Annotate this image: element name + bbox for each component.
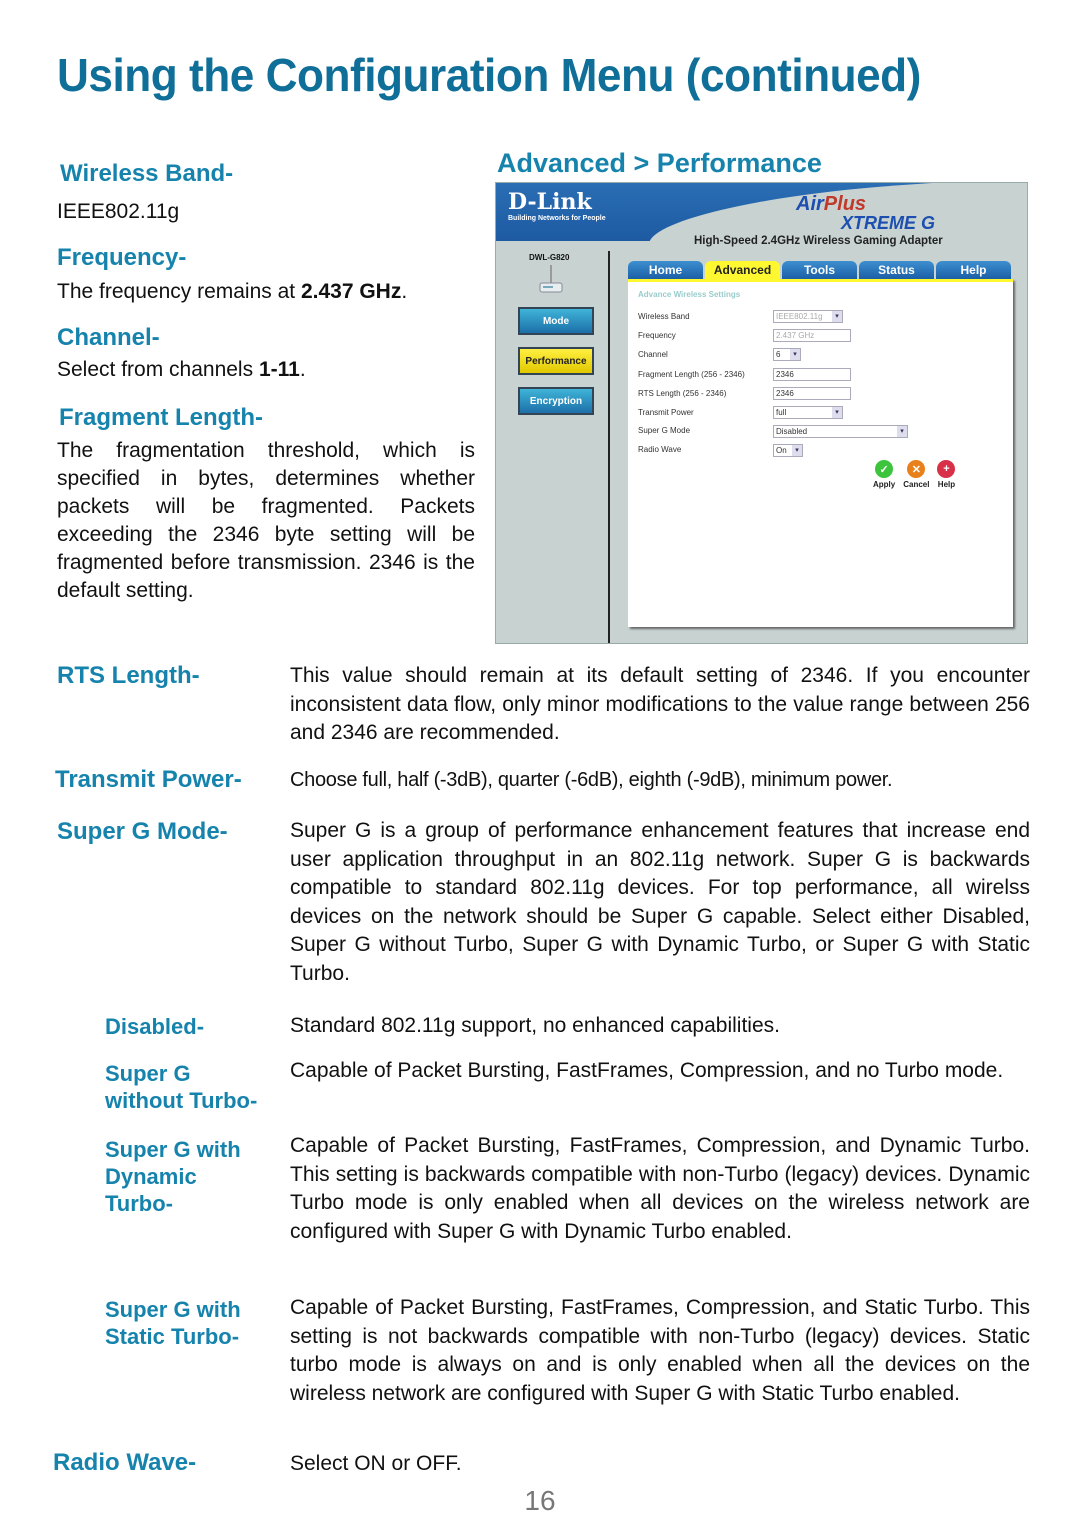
chevron-down-icon: ▾ (897, 426, 907, 437)
tab-advanced[interactable]: Advanced (705, 261, 780, 279)
product-subtitle: High-Speed 2.4GHz Wireless Gaming Adapte… (694, 235, 943, 247)
super-g-static-turbo-heading: Super G with Static Turbo- (105, 1297, 241, 1349)
rts-length-field[interactable]: 2346 (773, 387, 851, 400)
settings-panel: Advance Wireless Settings Wireless Band … (628, 279, 1013, 627)
channel-heading: Channel- (57, 324, 160, 351)
transmit-power-text: Choose full, half (-3dB), quarter (-6dB)… (290, 769, 893, 791)
super-g-without-turbo-heading: Super Gwithout Turbo- (105, 1061, 258, 1113)
sidebar-encryption-button[interactable]: Encryption (518, 387, 594, 415)
field-label: Channel (638, 350, 668, 359)
apply-button[interactable]: ✓ Apply (873, 460, 895, 489)
super-g-mode-select[interactable]: Disabled ▾ (773, 425, 908, 438)
transmit-power-heading: Transmit Power- (55, 766, 242, 793)
field-label: Transmit Power (638, 408, 694, 417)
page-title: Using the Configuration Menu (continued) (57, 49, 921, 101)
super-g-static-turbo-text: Capable of Packet Bursting, FastFrames, … (290, 1296, 1030, 1405)
disabled-text: Standard 802.11g support, no enhanced ca… (290, 1014, 780, 1037)
sidebar-performance-button[interactable]: Performance (518, 347, 594, 375)
field-label: Radio Wave (638, 445, 682, 454)
wireless-band-text: IEEE802.11g (57, 200, 180, 223)
x-icon: ✕ (907, 460, 926, 478)
super-g-mode-heading: Super G Mode- (57, 818, 228, 845)
tab-tools[interactable]: Tools (782, 261, 857, 279)
panel-title: Advance Wireless Settings (638, 290, 741, 299)
disabled-heading: Disabled- (105, 1014, 205, 1039)
radio-wave-heading: Radio Wave- (53, 1449, 197, 1476)
page-number: 16 (524, 1485, 556, 1516)
chevron-down-icon: ▾ (792, 445, 802, 456)
router-icon (539, 265, 563, 293)
main-tabs: Home Advanced Tools Status Help (628, 261, 1013, 279)
field-label: Frequency (638, 331, 676, 340)
frequency-field[interactable]: 2.437 GHz (773, 329, 851, 342)
field-label: Fragment Length (256 - 2346) (638, 370, 745, 379)
cancel-button[interactable]: ✕ Cancel (903, 460, 929, 489)
xtreme-g-logo: XTREME G (841, 213, 936, 233)
tab-home[interactable]: Home (628, 261, 703, 279)
chevron-down-icon: ▾ (832, 311, 842, 322)
super-g-without-turbo-text: Capable of Packet Bursting, FastFrames, … (290, 1059, 1004, 1082)
dlink-tagline: Building Networks for People (508, 215, 606, 222)
check-icon: ✓ (875, 460, 894, 478)
field-label: RTS Length (256 - 2346) (638, 389, 727, 398)
radio-wave-text: Select ON or OFF. (290, 1452, 462, 1475)
wireless-band-select[interactable]: IEEE802.11g ▾ (773, 310, 843, 323)
rts-length-text: This value should remain at its default … (290, 664, 1030, 744)
chevron-down-icon: ▾ (832, 407, 842, 418)
router-config-screenshot: D-Link Building Networks for People AirP… (495, 182, 1028, 644)
action-buttons: ✓ Apply ✕ Cancel + Help (873, 460, 956, 489)
sidebar-mode-button[interactable]: Mode (518, 307, 594, 335)
screenshot-caption: Advanced > Performance (497, 148, 822, 178)
frequency-heading: Frequency- (57, 244, 187, 271)
tab-help[interactable]: Help (936, 261, 1011, 279)
fragment-heading: Fragment Length- (59, 404, 263, 431)
model-label: DWL-G820 (529, 253, 570, 262)
channel-text: Select from channels 1-11. (57, 358, 306, 381)
frequency-text: The frequency remains at 2.437 GHz. (57, 280, 408, 303)
rts-length-heading: RTS Length- (57, 662, 200, 689)
fragment-length-field[interactable]: 2346 (773, 368, 851, 381)
super-g-dynamic-turbo-text: Capable of Packet Bursting, FastFrames, … (290, 1134, 1030, 1243)
channel-select[interactable]: 6 ▾ (773, 348, 801, 361)
wireless-band-heading: Wireless Band- (60, 160, 234, 187)
dlink-logo: D-Link (508, 189, 592, 215)
field-label: Wireless Band (638, 312, 690, 321)
chevron-down-icon: ▾ (790, 349, 800, 360)
fragment-text: The fragmentation threshold, which is sp… (57, 439, 475, 602)
super-g-dynamic-turbo-heading: Super G with Dynamic Turbo- (105, 1137, 241, 1216)
radio-wave-select[interactable]: On ▾ (773, 444, 803, 457)
plus-icon: + (937, 460, 956, 478)
help-button[interactable]: + Help (937, 460, 956, 489)
transmit-power-select[interactable]: full ▾ (773, 406, 843, 419)
field-label: Super G Mode (638, 426, 691, 435)
sidebar-divider (608, 251, 610, 643)
tab-status[interactable]: Status (859, 261, 934, 279)
super-g-mode-text: Super G is a group of performance enhanc… (290, 819, 1030, 985)
